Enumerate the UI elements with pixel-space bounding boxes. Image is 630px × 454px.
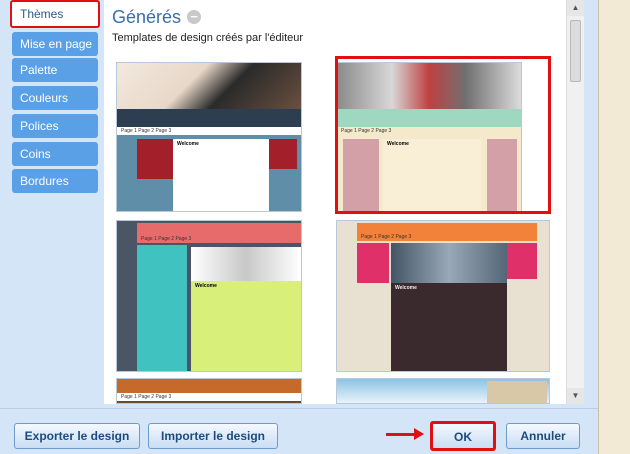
template-hero-image bbox=[487, 381, 547, 403]
cancel-button[interactable]: Annuler bbox=[506, 423, 580, 449]
sidebar-item-mise-en-page[interactable]: Mise en page bbox=[12, 32, 98, 56]
sidebar-item-couleurs[interactable]: Couleurs bbox=[12, 86, 98, 110]
scroll-down-icon[interactable]: ▼ bbox=[567, 388, 584, 404]
template-content: Welcome bbox=[173, 139, 269, 211]
arrow-right-icon bbox=[414, 428, 424, 440]
sidebar-item-polices[interactable]: Polices bbox=[12, 114, 98, 138]
template-heading: Welcome bbox=[395, 285, 417, 291]
section-title: Générés bbox=[112, 6, 182, 27]
template-aside bbox=[507, 243, 537, 279]
section-header: Générés − bbox=[112, 4, 202, 30]
template-sidebar bbox=[357, 243, 389, 283]
vertical-scrollbar[interactable]: ▲ ▼ bbox=[566, 0, 584, 404]
template-nav: Page 1 Page 2 Page 3 bbox=[117, 393, 301, 401]
scrollbar-thumb[interactable] bbox=[570, 20, 581, 82]
template-thumbnail[interactable] bbox=[336, 378, 550, 404]
sidebar-item-bordures[interactable]: Bordures bbox=[12, 169, 98, 193]
template-content: Welcome bbox=[391, 283, 507, 371]
template-sidebar bbox=[137, 139, 173, 179]
templates-panel: Générés − Templates de design créés par … bbox=[104, 0, 584, 404]
template-aside bbox=[269, 139, 297, 169]
callout-arrow bbox=[386, 433, 416, 436]
import-design-button[interactable]: Importer le design bbox=[148, 423, 278, 449]
scroll-up-icon[interactable]: ▲ bbox=[567, 0, 584, 16]
template-nav: Page 1 Page 2 Page 3 bbox=[117, 127, 301, 135]
template-thumbnail[interactable]: Page 1 Page 2 Page 3 Welcome bbox=[336, 220, 550, 372]
template-hero-image bbox=[117, 63, 301, 109]
section-subtitle: Templates de design créés par l'éditeur bbox=[112, 32, 304, 44]
template-heading: Welcome bbox=[177, 141, 199, 147]
sidebar-item-palette[interactable]: Palette bbox=[12, 58, 98, 82]
selection-highlight-frame bbox=[335, 56, 551, 214]
template-hero-image bbox=[391, 243, 507, 283]
sidebar: Thèmes Mise en page Palette Couleurs Pol… bbox=[0, 0, 104, 400]
template-thumbnail[interactable]: Page 1 Page 2 Page 3 Welcome bbox=[116, 220, 302, 372]
template-hero-image bbox=[191, 247, 301, 281]
design-dialog: Thèmes Mise en page Palette Couleurs Pol… bbox=[0, 0, 598, 454]
sidebar-item-coins[interactable]: Coins bbox=[12, 142, 98, 166]
template-nav: Page 1 Page 2 Page 3 bbox=[361, 234, 412, 240]
dialog-footer: Exporter le design Importer le design OK… bbox=[0, 408, 598, 454]
template-thumbnail[interactable]: Page 1 Page 2 Page 3 Welcome bbox=[116, 62, 302, 212]
template-grid: Générés − Templates de design créés par … bbox=[104, 0, 566, 404]
template-nav: Page 1 Page 2 Page 3 bbox=[141, 236, 192, 242]
template-heading: Welcome bbox=[195, 283, 217, 289]
template-header-band bbox=[117, 379, 301, 393]
template-content: Welcome bbox=[191, 281, 301, 371]
background-strip bbox=[598, 0, 630, 454]
ok-button[interactable]: OK bbox=[430, 421, 496, 451]
template-sidebar bbox=[137, 245, 187, 371]
template-thumbnail[interactable]: Page 1 Page 2 Page 3 bbox=[116, 378, 302, 404]
export-design-button[interactable]: Exporter le design bbox=[14, 423, 140, 449]
sidebar-item-themes[interactable]: Thèmes bbox=[10, 0, 100, 28]
collapse-icon[interactable]: − bbox=[187, 10, 202, 24]
